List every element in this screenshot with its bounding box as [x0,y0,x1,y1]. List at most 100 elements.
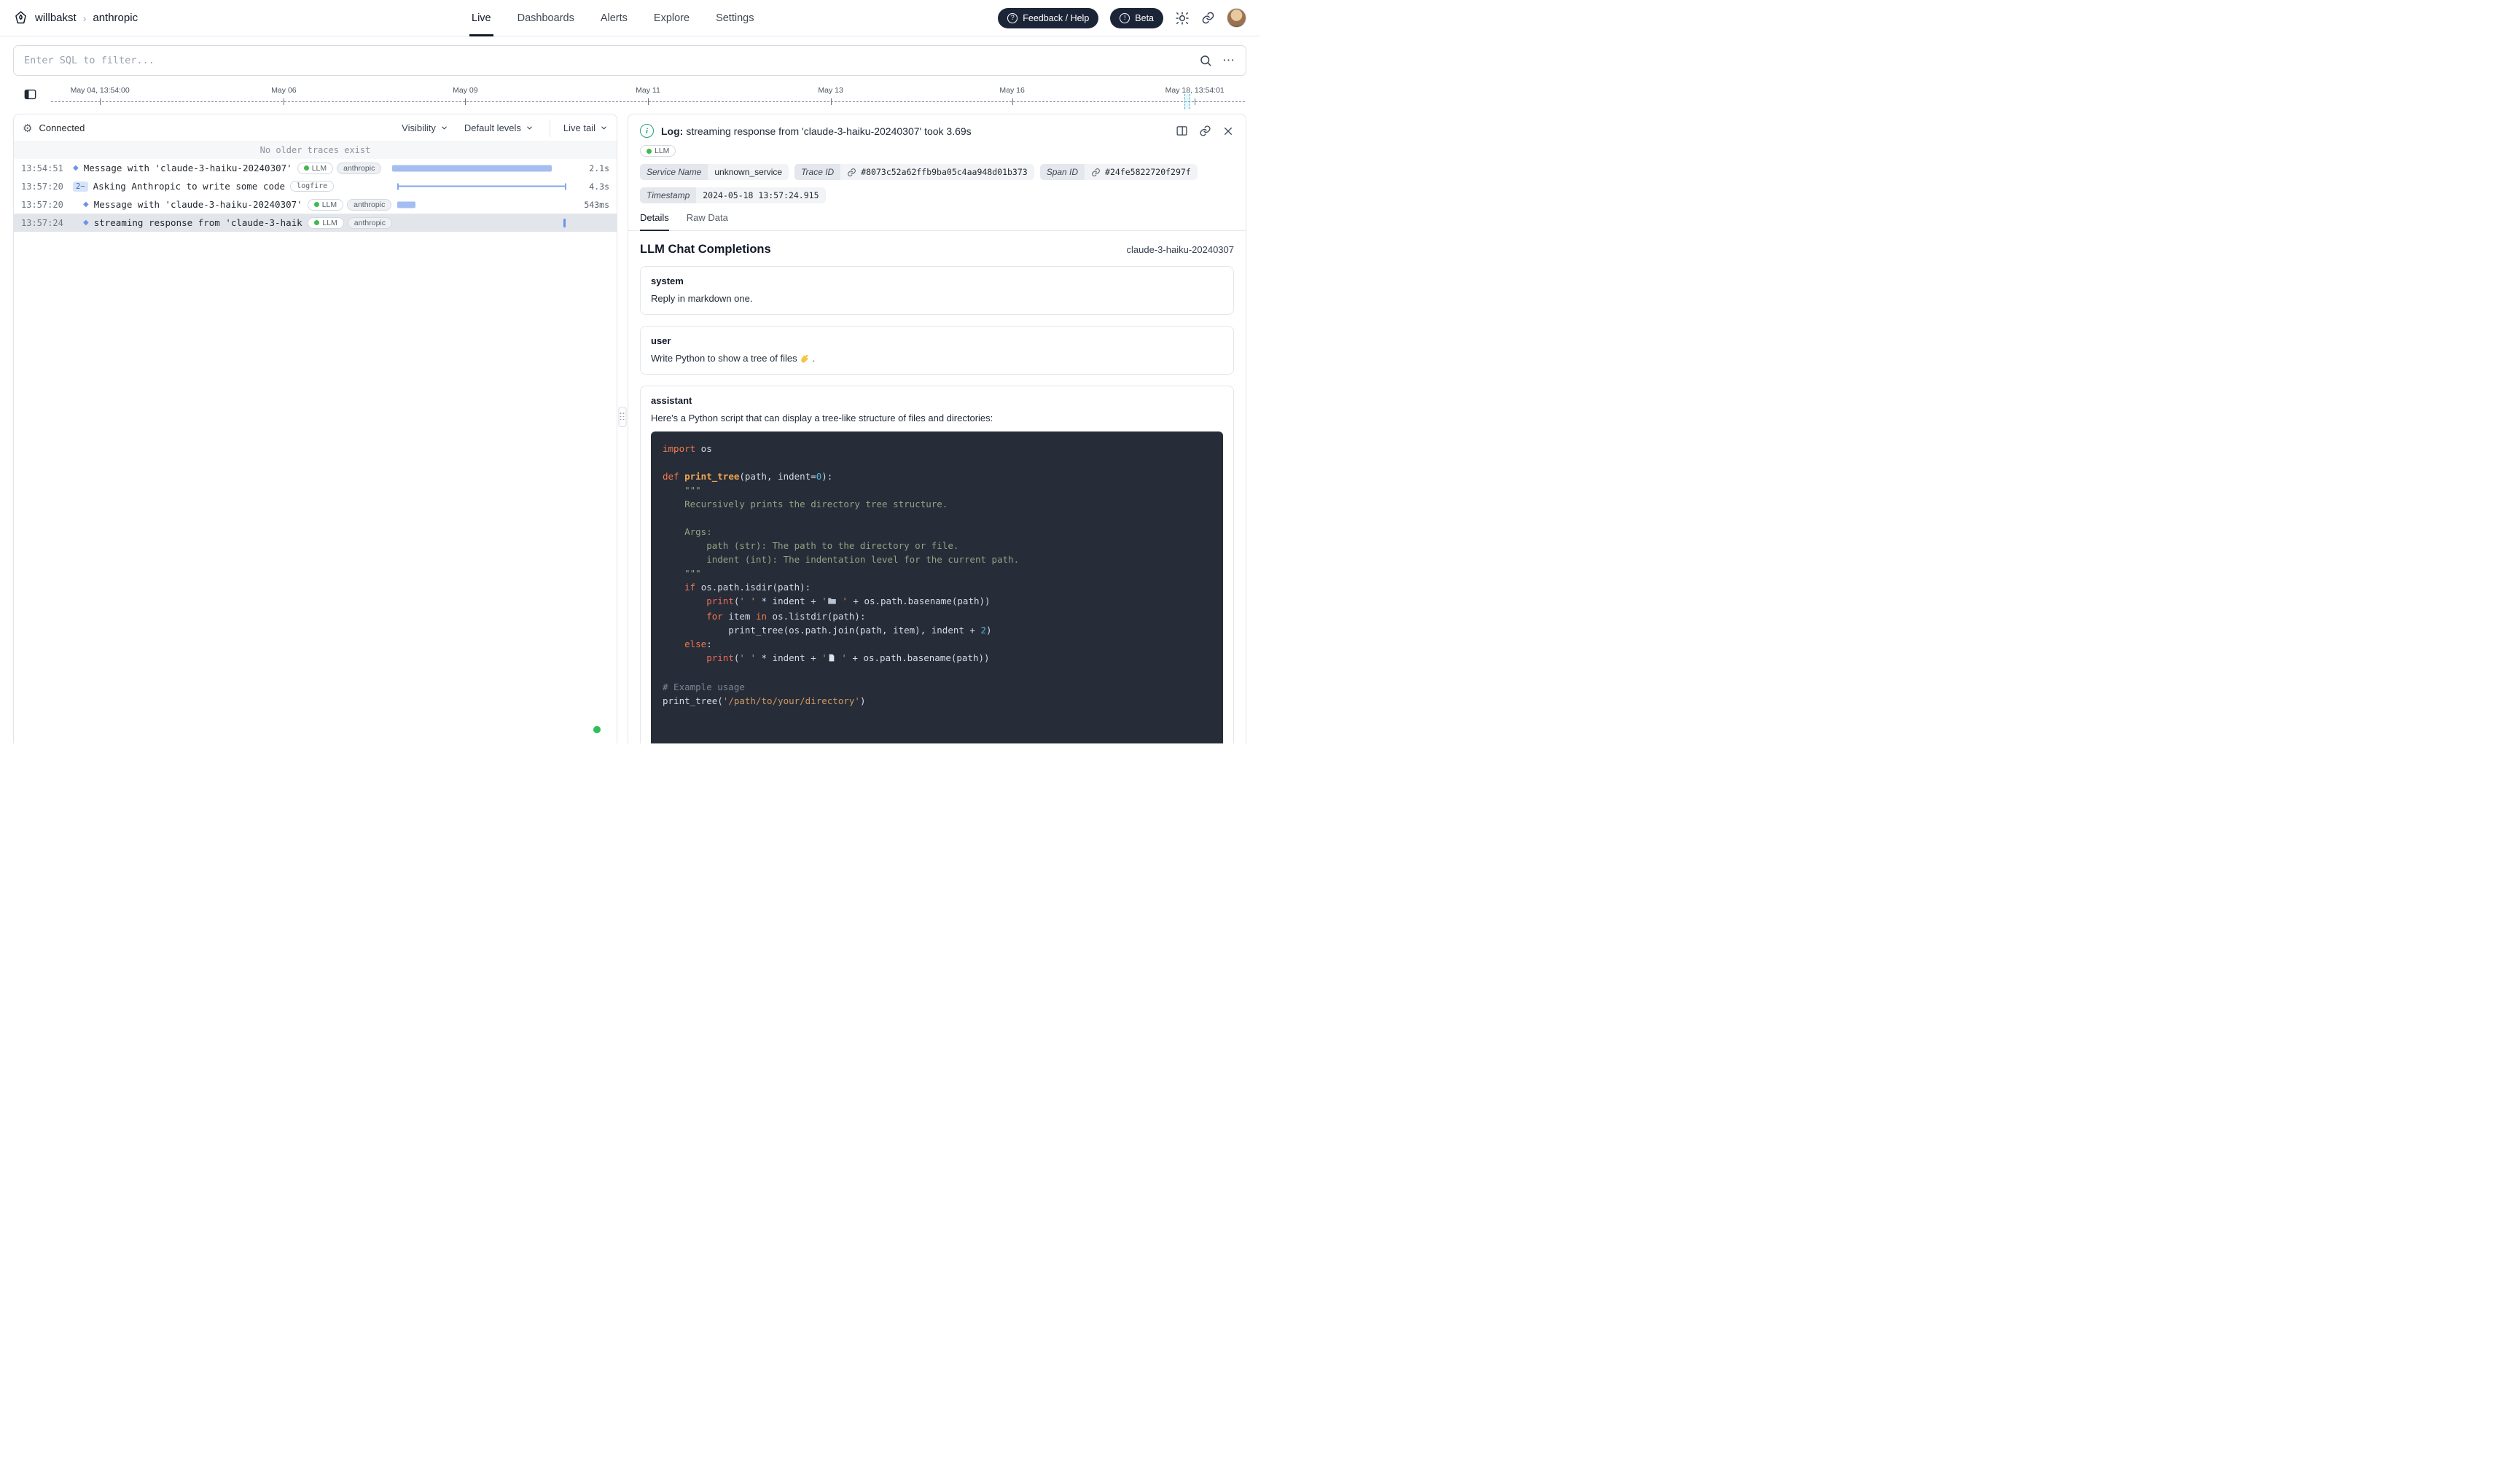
logfire-logo-icon[interactable] [13,10,28,26]
close-icon[interactable] [1222,125,1234,137]
trace-tags: logfire [290,181,334,192]
breadcrumb-org[interactable]: willbakst [35,12,77,24]
service-name-pill: Service Name unknown_service [640,164,789,180]
file-icon [827,652,836,666]
traces-panel: ⚙ Connected Visibility Default levels Li… [13,114,617,743]
default-levels-dropdown[interactable]: Default levels [464,122,534,133]
timeline-label: May 09 [453,86,477,95]
trace-bar-track [392,195,571,214]
trace-tags: LLManthropic [308,199,392,211]
message-content: Write Python to show a tree of files . [651,353,1223,364]
tab-settings[interactable]: Settings [716,0,754,36]
folder-icon [827,596,837,606]
main-split: ⚙ Connected Visibility Default levels Li… [0,114,1260,743]
beta-label: Beta [1135,13,1154,23]
status-dot [314,220,319,225]
panel-splitter[interactable] [617,114,628,743]
splitter-grip-icon[interactable] [619,407,627,427]
detail-tabs: Details Raw Data [628,203,1246,231]
service-name-value: unknown_service [708,164,789,180]
trace-row[interactable]: 13:54:51 ◆ Message with 'claude-3-haiku-… [14,159,617,177]
trace-duration-bar [563,219,566,227]
trace-content: ◆ streaming response from 'claude-3-haik… [68,217,392,229]
trace-id-value[interactable]: #8073c52a62ffb9ba05c4aa948d01b373 [861,167,1027,177]
chevron-down-icon [440,124,448,132]
detail-tags: LLM [628,142,1246,157]
timestamp-value: 2024-05-18 13:57:24.915 [696,187,825,203]
beta-button[interactable]: ! Beta [1110,8,1163,28]
live-tail-dropdown[interactable]: Live tail [563,122,608,133]
no-older-traces-notice: No older traces exist [14,142,617,159]
span-diamond-icon: ◆ [83,219,89,227]
span-diamond-icon: ◆ [83,200,89,208]
message-card-user: user Write Python to show a tree of file… [640,326,1234,375]
status-dot [647,149,652,154]
timeline-tick [100,98,101,105]
span-id-value[interactable]: #24fe5822720f297f [1105,167,1191,177]
tag-chip: LLM [308,217,343,229]
filter-menu-button[interactable]: ⋯ [1222,53,1235,68]
tab-explore[interactable]: Explore [654,0,690,36]
timeline-track[interactable]: May 04, 13:54:00May 06May 09May 11May 13… [51,82,1245,114]
tab-raw-data[interactable]: Raw Data [687,212,728,230]
message-content: Here's a Python script that can display … [651,413,1223,423]
breadcrumb-project[interactable]: anthropic [93,12,138,24]
message-role: user [651,335,1223,346]
chevron-down-icon [526,124,534,132]
trace-tags: LLManthropic [308,217,392,229]
trace-time: 13:57:24 [21,218,68,228]
status-dot [314,202,319,207]
theme-toggle-sun-icon[interactable] [1175,11,1190,26]
feedback-help-button[interactable]: ? Feedback / Help [998,8,1098,28]
timeline-label: May 13 [818,86,843,95]
traces-controls: Visibility Default levels Live tail [402,120,608,137]
detail-timestamp-row: Timestamp 2024-05-18 13:57:24.915 [628,180,1246,203]
traces-header: ⚙ Connected Visibility Default levels Li… [14,114,617,142]
share-link-icon[interactable] [1201,11,1215,25]
layout-columns-icon[interactable] [1176,125,1188,137]
search-icon[interactable] [1199,54,1212,67]
section-title: LLM Chat Completions [640,243,771,257]
tab-live[interactable]: Live [472,0,491,36]
trace-label: streaming response from 'claude-3-haiku-… [94,217,303,228]
span-diamond-icon: ◆ [73,164,79,172]
tab-alerts[interactable]: Alerts [601,0,628,36]
file-icon [827,653,836,663]
timeline-tick [1012,98,1013,105]
trace-bar-track [392,159,571,177]
trace-id-value-wrap: #8073c52a62ffb9ba05c4aa948d01b373 [840,164,1034,180]
detail-header: i Log:streaming response from 'claude-3-… [628,114,1246,142]
message-card-assistant: assistant Here's a Python script that ca… [640,386,1234,743]
timeline-label: May 16 [999,86,1024,95]
live-indicator-dot [593,726,601,733]
copy-link-icon[interactable] [1199,125,1211,137]
sql-filter-input[interactable] [24,55,1189,66]
detail-panel: i Log:streaming response from 'claude-3-… [628,114,1246,743]
user-avatar[interactable] [1227,8,1246,28]
trace-content: ◆ Message with 'claude-3-haiku-20240307'… [68,199,392,211]
chevron-down-icon [600,124,608,132]
trace-duration-bar [397,201,415,208]
collapse-panel-icon[interactable] [23,87,37,101]
tag-chip: anthropic [347,199,391,211]
timeline-label: May 11 [636,86,660,95]
trace-row[interactable]: 13:57:24 ◆ streaming response from 'clau… [14,214,617,232]
trace-row[interactable]: 13:57:20 ◆ Message with 'claude-3-haiku-… [14,195,617,214]
code-block[interactable]: import os def print_tree(path, indent=0)… [651,431,1223,743]
tab-dashboards[interactable]: Dashboards [518,0,574,36]
visibility-dropdown[interactable]: Visibility [402,122,448,133]
trace-row[interactable]: 13:57:20 2− Asking Anthropic to write so… [14,177,617,195]
span-id-label: Span ID [1040,164,1085,180]
tab-details[interactable]: Details [640,212,669,231]
timeline-cursor[interactable] [1184,94,1190,109]
message-text: Write Python to show a tree of files [651,353,797,364]
live-tail-wrap: Live tail [550,120,608,137]
gear-icon[interactable]: ⚙ [23,122,32,135]
link-icon [847,168,856,177]
timestamp-label: Timestamp [640,187,696,203]
trace-duration-bar [392,165,552,171]
section-head: LLM Chat Completions claude-3-haiku-2024… [640,243,1234,257]
timeline-label: May 06 [271,86,296,95]
trace-rows: 13:54:51 ◆ Message with 'claude-3-haiku-… [14,159,617,232]
tag-chip: LLM [297,163,333,174]
